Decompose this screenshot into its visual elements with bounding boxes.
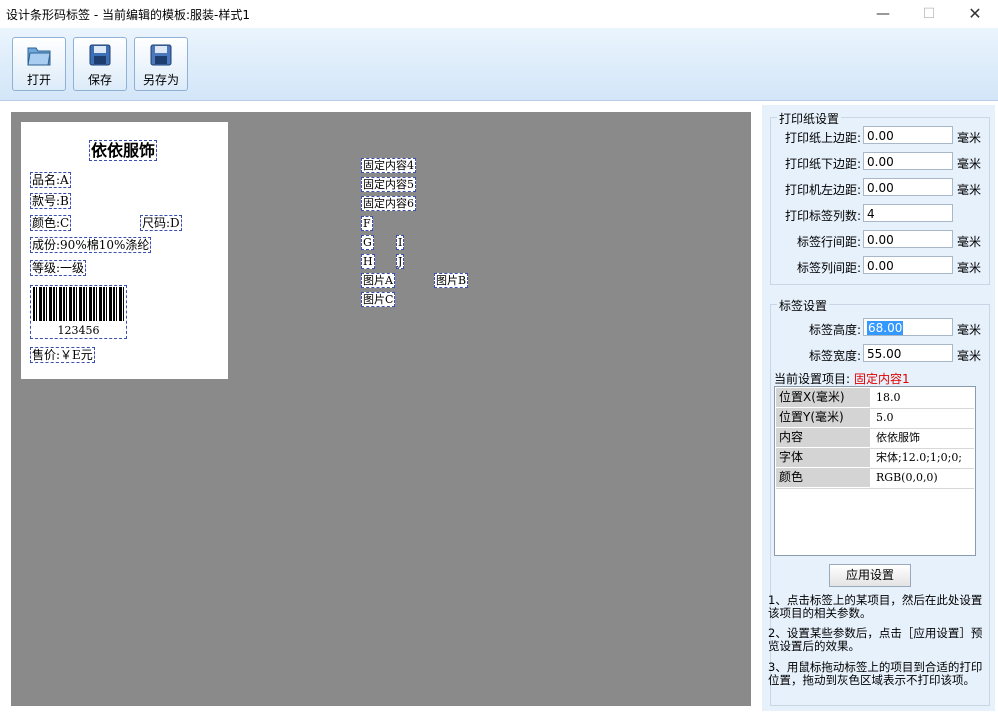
property-row[interactable]: 字体 宋体;12.0;1;0;0; [776,448,974,469]
label-height-row: 标签高度: 68.00 毫米 [771,318,989,338]
fixed-content-4[interactable]: 固定内容4 [361,158,416,173]
tip-1: 1、点击标签上的某项目，然后在此处设置该项目的相关参数。 [768,593,983,620]
unit-label: 毫米 [957,323,982,337]
printer-left-margin-input[interactable]: 0.00 [863,178,953,196]
property-grid[interactable]: 位置X(毫米) 18.0 位置Y(毫米) 5.0 内容 依依服饰 字体 宋体;1… [774,386,976,556]
design-canvas[interactable]: 依依服饰 品名:A 款号:B 颜色:C 尺码:D 成份:90%棉10%涤纶 等级… [11,112,751,706]
save-button[interactable]: 保存 [73,37,127,91]
label-title-field[interactable]: 依依服饰 [89,140,158,161]
printer-left-margin-label: 打印机左边距: [784,183,861,197]
color-field[interactable]: 颜色:C [30,215,72,231]
property-key: 位置X(毫米) [776,388,870,407]
fixed-content-5[interactable]: 固定内容5 [361,177,416,192]
property-key: 位置Y(毫米) [776,408,870,427]
label-columns-label: 打印标签列数: [784,209,861,223]
item-f[interactable]: F [361,216,373,231]
property-row[interactable]: 颜色 RGB(0,0,0) [776,468,974,489]
label-settings-title: 标签设置 [777,297,830,314]
property-key: 内容 [776,428,870,447]
row-spacing-input[interactable]: 0.00 [863,230,953,248]
open-button[interactable]: 打开 [12,37,66,91]
window-title: 设计条形码标签 - 当前编辑的模板:服装-样式1 [6,8,250,22]
property-value[interactable]: 5.0 [876,408,894,427]
label-height-value: 68.00 [867,321,904,335]
label-height-label: 标签高度: [808,323,861,337]
item-i[interactable]: I [396,235,405,250]
grade-field[interactable]: 等级:一级 [30,260,87,276]
tip-3: 3、用鼠标拖动标签上的项目到合适的打印位置，拖动到灰色区域表示不打印该项。 [768,660,983,687]
save-label: 保存 [87,73,112,87]
size-field[interactable]: 尺码:D [140,215,182,231]
property-value[interactable]: 宋体;12.0;1;0;0; [876,448,962,467]
minimize-button[interactable]: — [860,0,906,28]
title-bar: 设计条形码标签 - 当前编辑的模板:服装-样式1 — ☐ ✕ [0,0,998,28]
paper-settings-title: 打印纸设置 [777,110,842,127]
close-button[interactable]: ✕ [952,0,998,28]
paper-bottom-margin-input[interactable]: 0.00 [863,152,953,170]
label-columns-input[interactable]: 4 [863,204,953,222]
label-width-row: 标签宽度: 55.00 毫米 [771,344,989,364]
current-item: 当前设置项目: 固定内容1 [774,370,910,387]
property-value[interactable]: 依依服饰 [876,428,920,447]
material-field[interactable]: 成份:90%棉10%涤纶 [30,237,152,253]
unit-label: 毫米 [957,349,982,363]
column-spacing-label: 标签列间距: [796,261,861,275]
label-columns-row: 打印标签列数: 4 [771,204,989,224]
barcode-field[interactable]: 123456 [30,285,127,339]
paper-bottom-margin-label: 打印纸下边距: [784,157,861,171]
property-value[interactable]: 18.0 [876,388,901,407]
item-h[interactable]: H [361,254,375,269]
open-label: 打开 [26,73,51,87]
price-field[interactable]: 售价:￥E元 [30,347,95,363]
property-value[interactable]: RGB(0,0,0) [876,468,938,487]
picture-a[interactable]: 图片A [361,273,395,288]
property-row[interactable]: 位置X(毫米) 18.0 [776,388,974,409]
current-item-value: 固定内容1 [854,372,910,386]
paper-top-margin-label: 打印纸上边距: [784,131,861,145]
property-row[interactable]: 内容 依依服饰 [776,428,974,449]
unit-label: 毫米 [957,235,982,249]
save-as-button[interactable]: 另存为 [134,37,188,91]
paper-bottom-margin-row: 打印纸下边距: 0.00 毫米 [771,152,989,172]
row-spacing-row: 标签行间距: 0.00 毫米 [771,230,989,250]
label-preview: 依依服饰 品名:A 款号:B 颜色:C 尺码:D 成份:90%棉10%涤纶 等级… [21,122,228,379]
picture-c[interactable]: 图片C [361,292,396,307]
open-folder-icon [27,47,51,66]
property-key: 字体 [776,448,870,467]
save-as-label: 另存为 [142,73,179,87]
style-code-field[interactable]: 款号:B [30,193,71,209]
apply-settings-button[interactable]: 应用设置 [829,564,911,587]
item-j[interactable]: J [396,254,405,269]
label-height-input[interactable]: 68.00 [863,318,953,336]
unit-label: 毫米 [957,157,982,171]
printer-left-margin-row: 打印机左边距: 0.00 毫米 [771,178,989,198]
picture-b[interactable]: 图片B [434,273,469,288]
fixed-content-6[interactable]: 固定内容6 [361,196,416,211]
unit-label: 毫米 [957,183,982,197]
row-spacing-label: 标签行间距: [796,235,861,249]
property-row[interactable]: 位置Y(毫米) 5.0 [776,408,974,429]
property-key: 颜色 [776,468,870,487]
toolbar: 打开 保存 另存为 [0,28,998,101]
item-g[interactable]: G [361,235,374,250]
disk-icon [150,44,172,66]
label-width-label: 标签宽度: [808,349,861,363]
column-spacing-input[interactable]: 0.00 [863,256,953,274]
barcode-bars [33,287,124,321]
unit-label: 毫米 [957,261,982,275]
paper-settings-group: 打印纸设置 打印纸上边距: 0.00 毫米 打印纸下边距: 0.00 毫米 打印… [770,110,990,285]
current-item-label: 当前设置项目: [774,372,851,386]
paper-top-margin-row: 打印纸上边距: 0.00 毫米 [771,126,989,146]
disk-icon [89,44,111,66]
settings-panel: 打印纸设置 打印纸上边距: 0.00 毫米 打印纸下边距: 0.00 毫米 打印… [762,105,995,711]
barcode-number: 123456 [57,324,100,337]
paper-top-margin-input[interactable]: 0.00 [863,126,953,144]
product-name-field[interactable]: 品名:A [30,172,71,188]
column-spacing-row: 标签列间距: 0.00 毫米 [771,256,989,276]
label-width-input[interactable]: 55.00 [863,344,953,362]
tip-2: 2、设置某些参数后，点击［应用设置］预览设置后的效果。 [768,626,983,653]
maximize-button[interactable]: ☐ [906,0,952,28]
unit-label: 毫米 [957,131,982,145]
